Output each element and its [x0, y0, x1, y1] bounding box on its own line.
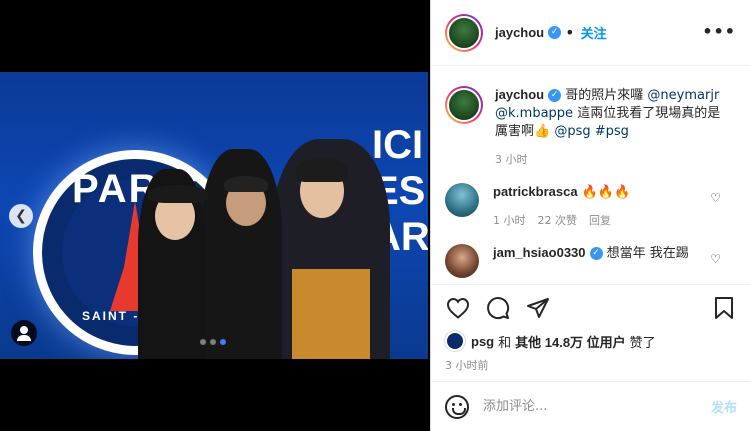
comment-text: 想當年 我在踢 [606, 246, 689, 261]
action-icons [445, 295, 737, 321]
user-icon-body [17, 335, 31, 341]
caption-text: 哥的照片來囉 [565, 88, 644, 103]
save-bookmark-icon[interactable] [711, 295, 737, 321]
commenter-username[interactable]: jam_hsiao0330 [493, 245, 586, 260]
liker-username[interactable]: psg [471, 334, 494, 349]
tagged-users-button[interactable] [11, 320, 37, 346]
likes-and: 和 [498, 335, 512, 351]
carousel-dot [200, 339, 206, 345]
photo-pane: PARIS SAINT - GE ICI ES AR ❮ [0, 0, 428, 431]
like-comment-heart-icon[interactable]: ♡ [710, 252, 721, 266]
verified-badge-icon: ✓ [548, 26, 562, 39]
liker-avatar[interactable] [445, 331, 465, 351]
author-username[interactable]: jaychou [495, 25, 544, 40]
caption-avatar[interactable] [445, 86, 483, 124]
comment-body: patrickbrasca 🔥🔥🔥 1 小时 22 次赞 回复 [493, 183, 723, 230]
likes-suffix: 赞了 [629, 335, 656, 351]
separator-dot: • [565, 23, 575, 42]
comment-text: 🔥🔥🔥 [581, 185, 631, 200]
post-details: jaychou ✓ • 关注 ••• jaychou ✓ 哥的照片來囉 @neym… [430, 0, 750, 431]
verified-badge-icon: ✓ [589, 247, 603, 260]
like-comment-heart-icon[interactable]: ♡ [710, 191, 721, 205]
previous-photo-button[interactable]: ❮ [9, 204, 33, 228]
comments-list[interactable]: jaychou ✓ 哥的照片來囉 @neymarjr @k.mbappe 這兩位我… [431, 72, 750, 284]
author-avatar[interactable] [445, 13, 483, 52]
person-middle-cap [224, 176, 268, 192]
commenter-avatar[interactable] [445, 183, 479, 217]
comment-row: patrickbrasca 🔥🔥🔥 1 小时 22 次赞 回复 ♡ [445, 183, 737, 230]
verified-badge-icon: ✓ [548, 89, 562, 102]
avatar-image [447, 15, 481, 50]
post-photo[interactable]: PARIS SAINT - GE ICI ES AR [0, 72, 428, 359]
reply-button[interactable]: 回复 [589, 212, 611, 230]
person-left-hat [148, 185, 208, 203]
commenter-avatar[interactable] [445, 244, 479, 278]
person-right-hair [296, 158, 348, 182]
comment-row: jam_hsiao0330 ✓ 想當年 我在踢 ♡ [445, 244, 737, 278]
carousel-dot-active [220, 339, 226, 345]
caption-body: jaychou ✓ 哥的照片來囉 @neymarjr @k.mbappe 這兩位我… [495, 86, 725, 169]
actions-bar: psg 和 其他 14.8万 位用户 赞了 3 小时前 [431, 284, 750, 373]
person-right-trousers [292, 269, 370, 359]
more-options-icon[interactable]: ••• [702, 22, 736, 41]
share-paper-plane-icon[interactable] [525, 295, 551, 321]
comment-body: jam_hsiao0330 ✓ 想當年 我在踢 [493, 244, 723, 278]
emoji-icon[interactable] [445, 394, 469, 419]
caption-meta: 3 小时 [495, 151, 725, 169]
comment-meta: 1 小时 22 次赞 回复 [493, 212, 723, 230]
comment-bubble-icon[interactable] [485, 295, 511, 321]
comment-likes[interactable]: 22 次赞 [538, 212, 578, 230]
add-comment-bar: 发布 [431, 381, 750, 431]
likes-others[interactable]: 其他 14.8万 位用户 [515, 332, 626, 351]
author-info: jaychou ✓ • 关注 [495, 23, 607, 42]
hashtag-link[interactable]: #psg [595, 124, 629, 139]
caption-timestamp[interactable]: 3 小时 [495, 151, 528, 169]
comment-timestamp[interactable]: 1 小时 [493, 212, 526, 230]
avatar-image [447, 88, 481, 122]
mention-link[interactable]: @neymarjr [647, 88, 719, 103]
likes-summary[interactable]: psg 和 其他 14.8万 位用户 赞了 [445, 331, 737, 351]
post-comment-button[interactable]: 发布 [711, 397, 737, 416]
mention-link[interactable]: @k.mbappe [495, 106, 573, 121]
wall-text-line: ICI [372, 123, 424, 167]
carousel-dot [210, 339, 216, 345]
carousel-indicator [200, 339, 226, 345]
caption-username[interactable]: jaychou [495, 87, 544, 102]
like-heart-icon[interactable] [445, 295, 471, 321]
mention-link[interactable]: @psg [554, 124, 590, 139]
post-header: jaychou ✓ • 关注 ••• [431, 0, 750, 66]
user-icon [20, 326, 28, 334]
caption-row: jaychou ✓ 哥的照片來囉 @neymarjr @k.mbappe 這兩位我… [445, 86, 737, 169]
comment-input[interactable] [483, 399, 711, 414]
commenter-username[interactable]: patrickbrasca [493, 184, 578, 199]
follow-button[interactable]: 关注 [581, 23, 607, 42]
post-timestamp[interactable]: 3 小时前 [445, 357, 737, 373]
